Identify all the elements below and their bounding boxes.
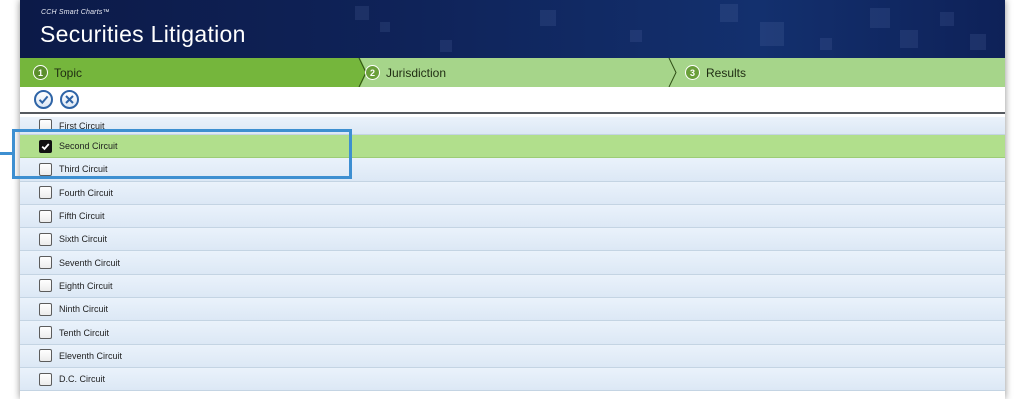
step-label-jurisdiction: Jurisdiction xyxy=(386,65,447,80)
list-item[interactable]: D.C. Circuit xyxy=(20,367,1005,392)
step-jurisdiction[interactable]: 2 Jurisdiction xyxy=(352,58,672,87)
checkbox[interactable] xyxy=(39,302,52,316)
list-item-label: Tenth Circuit xyxy=(59,327,110,338)
cancel-button[interactable] xyxy=(60,90,79,109)
list-item-label: Eleventh Circuit xyxy=(59,350,123,361)
list-item-label: Eighth Circuit xyxy=(59,280,113,291)
step-label-results: Results xyxy=(706,65,747,80)
step-number-2: 2 xyxy=(365,65,380,80)
brand-name: CCH Smart Charts™ xyxy=(41,9,110,16)
checkbox[interactable] xyxy=(39,232,52,246)
step-label-topic: Topic xyxy=(54,65,83,80)
step-topic[interactable]: 1 Topic xyxy=(20,58,360,87)
callout-highlight xyxy=(12,129,352,179)
app-title: Securities Litigation xyxy=(40,21,246,47)
checkbox[interactable] xyxy=(39,372,52,386)
list-item[interactable]: Eighth Circuit xyxy=(20,274,1005,299)
step-number-3: 3 xyxy=(685,65,700,80)
list-item[interactable]: Sixth Circuit xyxy=(20,228,1005,252)
list-item[interactable]: Fourth Circuit xyxy=(20,181,1005,205)
checkbox[interactable] xyxy=(39,186,52,200)
checkbox[interactable] xyxy=(39,209,52,223)
step-number-1: 1 xyxy=(33,65,48,80)
toolbar xyxy=(20,87,1005,114)
checkmark-icon xyxy=(38,95,49,105)
checkbox[interactable] xyxy=(39,349,52,363)
checkbox[interactable] xyxy=(39,326,52,340)
step-results[interactable]: 3 Results xyxy=(672,58,1005,87)
list-item-label: Ninth Circuit xyxy=(59,304,109,315)
list-item-label: Sixth Circuit xyxy=(59,234,108,245)
close-icon xyxy=(65,95,74,104)
list-item[interactable]: Tenth Circuit xyxy=(20,321,1005,345)
checkbox[interactable] xyxy=(39,279,52,293)
confirm-button[interactable] xyxy=(34,90,53,109)
list-item-label: Seventh Circuit xyxy=(59,257,121,268)
app-header: CCH Smart Charts™ Securities Litigation xyxy=(20,0,1005,58)
list-item-label: Fourth Circuit xyxy=(59,187,114,198)
list-item-label: Fifth Circuit xyxy=(59,211,105,222)
list-item[interactable]: Fifth Circuit xyxy=(20,204,1005,229)
app-window: CCH Smart Charts™ Securities Litigation … xyxy=(20,0,1005,399)
list-item[interactable]: Seventh Circuit xyxy=(20,251,1005,275)
list-item-label: D.C. Circuit xyxy=(59,374,106,385)
list-item[interactable]: Ninth Circuit xyxy=(20,298,1005,322)
list-item[interactable]: Eleventh Circuit xyxy=(20,344,1005,368)
wizard-steps: 1 Topic 2 Jurisdiction 3 Results xyxy=(20,58,1005,87)
checkbox[interactable] xyxy=(39,256,52,270)
